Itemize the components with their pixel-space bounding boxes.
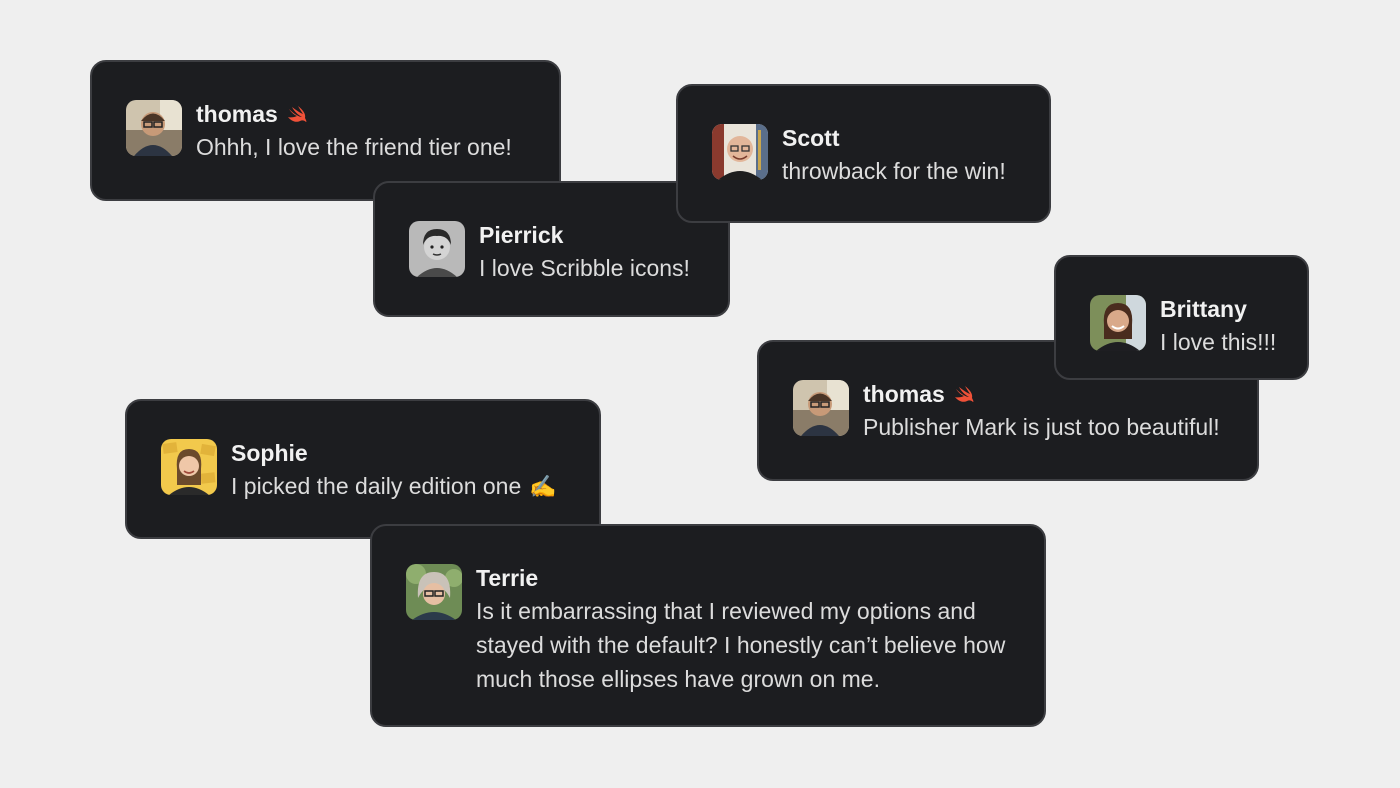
swift-icon — [954, 385, 975, 403]
writing-hand-icon: ✍️ — [529, 474, 557, 499]
avatar — [406, 564, 462, 620]
sender-name: thomas — [196, 100, 278, 127]
avatar — [793, 380, 849, 436]
avatar — [409, 221, 465, 277]
message-text: Publisher Mark is just too beautiful! — [863, 414, 1220, 440]
avatar — [126, 100, 182, 156]
message-card-brittany: Brittany I love this!!! — [1054, 255, 1309, 380]
message-text-body: I picked the daily edition one — [231, 473, 522, 499]
message-text: I picked the daily edition one ✍️ — [231, 469, 557, 504]
sender-name: Pierrick — [479, 221, 564, 248]
message-text: throwback for the win! — [782, 158, 1006, 184]
avatar — [1090, 295, 1146, 351]
sender-name: Sophie — [231, 439, 308, 466]
swift-icon — [287, 105, 308, 123]
chat-collage: { "messages": [ { "name": "thomas", "tex… — [0, 0, 1400, 788]
message-text: I love this!!! — [1160, 329, 1277, 355]
sender-name: Scott — [782, 124, 840, 151]
message-card-sophie: Sophie I picked the daily edition one ✍️ — [125, 399, 601, 539]
message-card-scott: Scott throwback for the win! — [676, 84, 1051, 223]
message-card-terrie: Terrie Is it embarrassing that I reviewe… — [370, 524, 1046, 727]
sender-name: Brittany — [1160, 295, 1247, 322]
sender-name: thomas — [863, 380, 945, 407]
sender-name: Terrie — [476, 564, 539, 591]
message-text: I love Scribble icons! — [479, 255, 690, 281]
message-text: Ohhh, I love the friend tier one! — [196, 134, 512, 160]
avatar — [161, 439, 217, 495]
avatar — [712, 124, 768, 180]
message-text: Is it embarrassing that I reviewed my op… — [476, 598, 1006, 692]
message-card-thomas-1: thomas Ohhh, I love the friend tier one! — [90, 60, 561, 201]
